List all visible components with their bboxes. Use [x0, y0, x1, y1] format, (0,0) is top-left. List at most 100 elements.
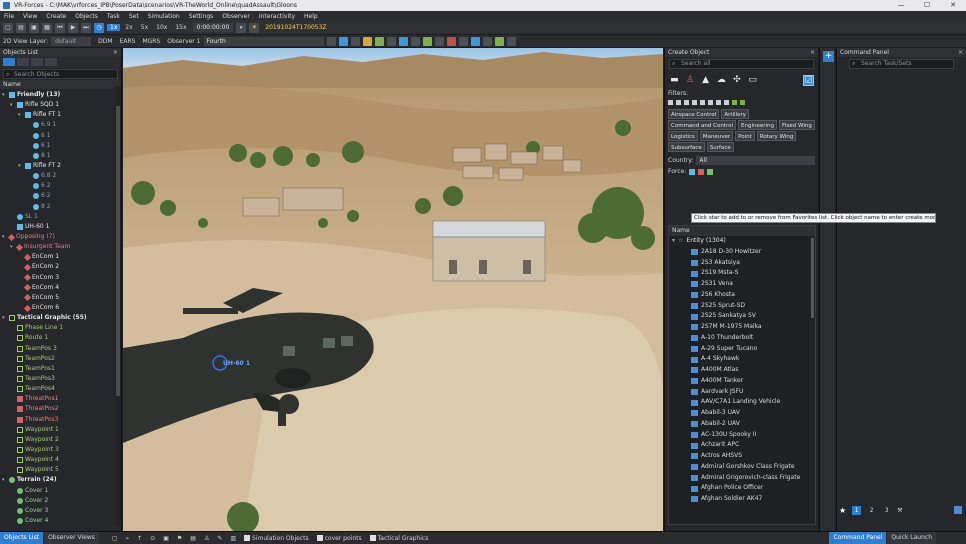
terrain-icon[interactable] — [494, 36, 504, 46]
target-icon[interactable]: ⊙ — [150, 535, 155, 542]
save-icon[interactable]: ▣ — [29, 22, 39, 33]
tree-row[interactable]: Waypoint 5 — [0, 465, 121, 475]
catalog-item-row[interactable]: Admiral Gorshkov Class Frigate — [669, 462, 815, 473]
filter-button-fixed-wing[interactable]: Fixed Wing — [779, 120, 815, 130]
filter-button-surface[interactable]: Surface — [706, 142, 734, 152]
force-friendly-toggle[interactable] — [689, 168, 696, 175]
tab-observer-views[interactable]: Observer Views — [44, 532, 99, 544]
grid-icon[interactable]: ▦ — [42, 22, 52, 33]
create-search-input[interactable]: ⌕ Search all — [669, 59, 814, 69]
catalog-item-row[interactable]: 2S25 Sankatya SV — [669, 311, 815, 322]
catalog-item-row[interactable]: 2S25 Sprut-SD — [669, 301, 815, 312]
expand-arrow-icon[interactable]: ▾ — [18, 110, 23, 120]
pen-icon[interactable]: ✎ — [217, 535, 222, 542]
network-icon[interactable]: ✣ — [732, 75, 743, 86]
menu-objects[interactable]: Objects — [75, 13, 98, 20]
close-button[interactable]: ✕ — [940, 0, 966, 11]
expand-arrow-icon[interactable]: ▾ — [10, 100, 15, 110]
catalog-category-row[interactable]: ▾ ☆ Entity (1304) — [669, 236, 815, 247]
catalog-item-row[interactable]: AC-130U Spooky II — [669, 430, 815, 441]
new-icon[interactable]: ▢ — [3, 22, 13, 33]
tree-row[interactable]: UH-60 1 — [0, 222, 121, 232]
check-cover-points[interactable]: cover points — [316, 535, 362, 542]
route-icon[interactable] — [422, 36, 432, 46]
lock-icon[interactable] — [350, 36, 360, 46]
menu-settings[interactable]: Settings — [189, 13, 214, 20]
tree-row[interactable]: 6 1 — [0, 131, 121, 141]
checkbox-icon[interactable] — [316, 535, 323, 541]
tree-row[interactable]: Waypoint 3 — [0, 445, 121, 455]
tree-row[interactable]: 6 2 — [0, 181, 121, 191]
command-panel-close-icon[interactable]: ✕ — [958, 48, 963, 57]
filter-button-airspace-control[interactable]: Airspace Control — [668, 109, 720, 119]
zoom-icon[interactable] — [506, 36, 516, 46]
expand-arrow-icon[interactable]: ▾ — [672, 236, 675, 247]
rewind-icon[interactable]: ⏮ — [55, 22, 65, 33]
tree-row[interactable]: EnCom 3 — [0, 273, 121, 283]
filter-air-icon[interactable] — [668, 100, 673, 105]
expand-arrow-icon[interactable]: ▾ — [2, 232, 7, 242]
catalog-item-row[interactable]: 2S19 Msta-S — [669, 268, 815, 279]
tree-row[interactable]: ▾ Tactical Graphic (55) — [0, 313, 121, 323]
menu-create[interactable]: Create — [46, 13, 66, 20]
add-panel-icon[interactable]: + — [823, 51, 834, 62]
tree-row[interactable]: Cover 3 — [0, 506, 121, 516]
filter-button-maneuver[interactable]: Maneuver — [699, 131, 734, 141]
tree-row[interactable]: ThreatPos2 — [0, 404, 121, 414]
export-icon[interactable] — [954, 506, 962, 514]
graphic-icon[interactable]: ▭ — [747, 75, 758, 86]
catalog-scroll-thumb[interactable] — [811, 238, 814, 318]
threat-icon[interactable] — [446, 36, 456, 46]
filter-button-rotary-wing[interactable]: Rotary Wing — [756, 131, 797, 141]
box-icon[interactable]: ▢ — [112, 535, 118, 542]
catalog-item-row[interactable]: A400M Tanker — [669, 376, 815, 387]
catalog-item-row[interactable]: Ababil-3 UAV — [669, 408, 815, 419]
objects-search-input[interactable]: ⌕ Search Objects — [3, 69, 118, 79]
menu-observer[interactable]: Observer — [222, 13, 250, 20]
catalog-item-row[interactable]: 2S7M M-1975 Malka — [669, 322, 815, 333]
catalog-item-row[interactable]: A-10 Thunderbolt — [669, 333, 815, 344]
coord-mode-mgrs[interactable]: MGRS — [142, 38, 160, 45]
force-neutral-toggle[interactable] — [707, 168, 714, 175]
tree-row[interactable]: Waypoint 4 — [0, 455, 121, 465]
tree-row[interactable]: ThreatPos3 — [0, 415, 121, 425]
tree-row[interactable]: ▾ Insurgent Team — [0, 242, 121, 252]
tree-row[interactable]: ▾ Rifle FT 1 — [0, 110, 121, 120]
maximize-button[interactable]: ☐ — [914, 0, 940, 11]
3d-viewport[interactable]: UH-60 1 — [123, 48, 663, 531]
tree-row[interactable]: ▾ Rifle FT 2 — [0, 161, 121, 171]
catalog-item-row[interactable]: A-29 Super Tucano — [669, 344, 815, 355]
menu-view[interactable]: View — [23, 13, 37, 20]
page-2-button[interactable]: 2 — [867, 506, 876, 515]
filter-button-artillery[interactable]: Artillery — [721, 109, 749, 119]
tab-command-panel[interactable]: Command Panel — [829, 532, 887, 544]
pause-icon[interactable]: ⏸ — [236, 22, 247, 33]
catalog-item-row[interactable]: Actros AHSVS — [669, 451, 815, 462]
ground-vehicle-icon[interactable]: ▬ — [669, 75, 680, 86]
expand-arrow-icon[interactable]: ▾ — [10, 242, 15, 252]
filter-button-subsurface[interactable]: Subsurface — [668, 142, 705, 152]
open-icon[interactable]: ▤ — [16, 22, 26, 33]
area-icon[interactable] — [434, 36, 444, 46]
coord-mode-ddm[interactable]: DDM — [98, 38, 112, 45]
expand-arrow-icon[interactable]: ▾ — [18, 161, 23, 171]
tree-row[interactable]: 6 1 — [0, 141, 121, 151]
catalog-item-row[interactable]: Achzarit APC — [669, 440, 815, 451]
catalog-item-row[interactable]: 2A18 D-30 Howitzer — [669, 247, 815, 258]
filter-button-logistics[interactable]: Logistics — [668, 131, 698, 141]
checkbox-icon[interactable] — [244, 535, 251, 541]
tree-row[interactable]: Waypoint 1 — [0, 425, 121, 435]
tree-row[interactable]: TeamPos3 — [0, 374, 121, 384]
tree-row[interactable]: 6.8 2 — [0, 171, 121, 181]
tree-row[interactable]: EnCom 5 — [0, 293, 121, 303]
tree-row[interactable]: EnCom 2 — [0, 262, 121, 272]
catalog-item-row[interactable]: A-4 Skyhawk — [669, 354, 815, 365]
catalog-name-column-header[interactable]: Name — [669, 226, 815, 236]
filter-button-engineering[interactable]: Engineering — [738, 120, 777, 130]
catalog-item-row[interactable]: AAV/C7A1 Landing Vehicle — [669, 397, 815, 408]
tab-tree-view[interactable] — [3, 58, 15, 66]
filter-sea-icon[interactable] — [684, 100, 689, 105]
select-icon[interactable] — [398, 36, 408, 46]
country-select[interactable]: All — [696, 155, 815, 165]
tree-row[interactable]: Route 1 — [0, 333, 121, 343]
